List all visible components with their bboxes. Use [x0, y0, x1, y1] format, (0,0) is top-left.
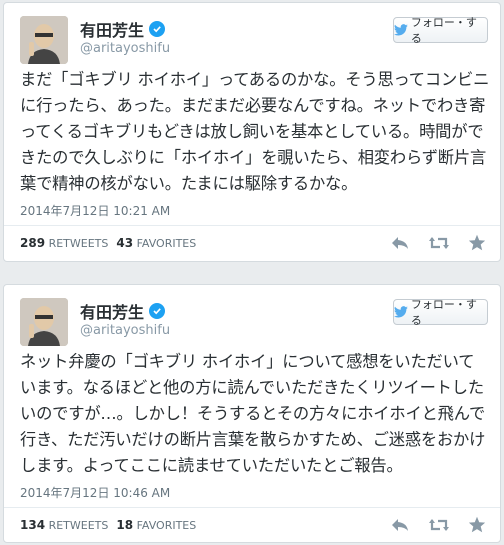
- favorite-star-icon[interactable]: [468, 516, 486, 533]
- user-name[interactable]: 有田芳生: [80, 299, 166, 323]
- user-name-text[interactable]: 有田芳生: [80, 17, 144, 41]
- verified-badge-icon: [149, 303, 166, 319]
- tweet-actions: [390, 516, 486, 533]
- follow-label: フォロー・する: [410, 298, 477, 327]
- retweet-icon[interactable]: [428, 517, 450, 533]
- tweet-text: まだ「ゴキブリ ホイホイ」ってあるのかな。そう思ってコンビニに行ったら、あった。…: [20, 70, 490, 193]
- tweet-text: ネット弁慶の「ゴキブリ ホイホイ」について感想をいただいています。なるほどと他の…: [20, 352, 486, 475]
- avatar[interactable]: [20, 298, 68, 346]
- reply-icon[interactable]: [390, 235, 410, 251]
- twitter-bird-icon: [394, 306, 408, 318]
- avatar[interactable]: [20, 16, 68, 64]
- user-handle[interactable]: @aritayoshifu: [80, 41, 170, 56]
- divider: [4, 507, 500, 508]
- tweet-timestamp[interactable]: 2014年7月12日 10:46 AM: [20, 484, 170, 501]
- tweet-stats: 134 RETWEETS 18 FAVORITES: [20, 518, 196, 532]
- retweet-count[interactable]: 134 RETWEETS: [20, 518, 108, 532]
- tweet-actions: [390, 234, 486, 251]
- retweet-count[interactable]: 289 RETWEETS: [20, 236, 108, 250]
- follow-button[interactable]: フォロー・する: [393, 298, 488, 327]
- favorite-star-icon[interactable]: [468, 234, 486, 251]
- retweet-icon[interactable]: [428, 235, 450, 251]
- reply-icon[interactable]: [390, 517, 410, 533]
- twitter-bird-icon: [394, 24, 408, 36]
- user-name[interactable]: 有田芳生: [80, 17, 166, 41]
- tweet-card: 有田芳生 @aritayoshifu フォロー・する まだ「ゴキブリ ホイホイ」…: [3, 2, 501, 262]
- tweet-stats: 289 RETWEETS 43 FAVORITES: [20, 236, 196, 250]
- divider: [4, 225, 500, 226]
- favorite-count[interactable]: 18 FAVORITES: [116, 518, 196, 532]
- follow-button[interactable]: フォロー・する: [393, 16, 488, 45]
- user-handle[interactable]: @aritayoshifu: [80, 323, 170, 338]
- tweet-card: 有田芳生 @aritayoshifu フォロー・する ネット弁慶の「ゴキブリ ホ…: [3, 284, 501, 543]
- favorite-count[interactable]: 43 FAVORITES: [116, 236, 196, 250]
- follow-label: フォロー・する: [410, 16, 477, 45]
- verified-badge-icon: [149, 21, 166, 37]
- user-name-text[interactable]: 有田芳生: [80, 299, 144, 323]
- tweet-timestamp[interactable]: 2014年7月12日 10:21 AM: [20, 202, 170, 219]
